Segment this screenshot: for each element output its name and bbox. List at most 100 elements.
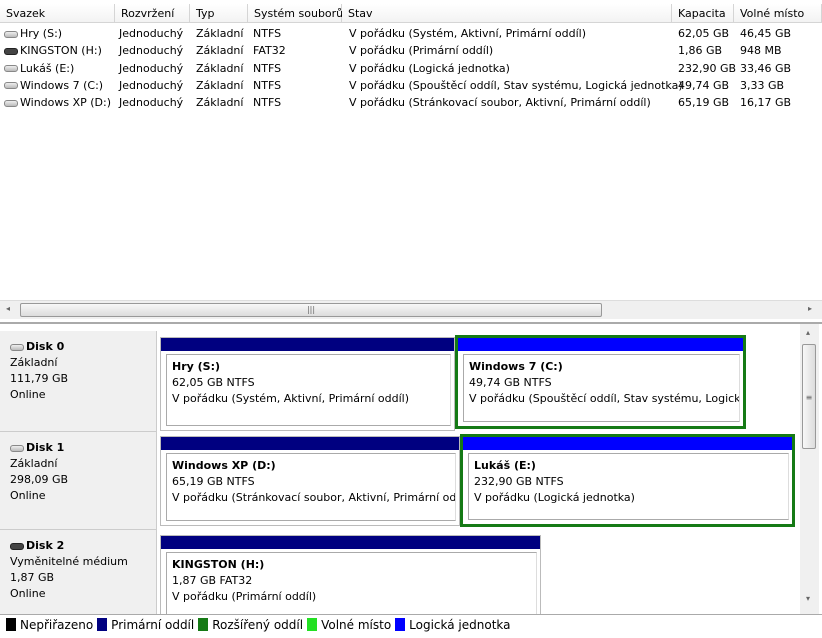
column-header-type[interactable]: Typ <box>190 4 248 23</box>
cell-text: Jednoduchý <box>119 27 184 40</box>
table-row[interactable]: Windows 7 (C:) Jednoduchý Základní NTFS V po… <box>0 77 800 94</box>
cell-text: 948 MB <box>740 44 782 58</box>
partition-windows-xp[interactable]: Windows XP (D:) 65,19 GB NTFS V pořádku (S… <box>160 436 460 526</box>
cell-type: Základní <box>196 62 243 75</box>
cell-text: 33,46 GB <box>740 61 792 75</box>
scroll-down-arrow-icon[interactable]: ▾ <box>806 594 810 603</box>
table-row[interactable]: Hry (S:) Jednoduchý Základní NTFS V pořádku … <box>0 25 800 42</box>
cell-text: 49,74 GB <box>678 78 730 92</box>
cell-text: Hry (S:) <box>20 27 63 40</box>
removable-drive-icon <box>10 542 24 550</box>
cell-text: Jednoduchý <box>119 96 184 110</box>
table-row[interactable]: KINGSTON (H:) Jednoduchý Základní FAT32 V po… <box>0 42 800 59</box>
cell-free: 46,45 GB <box>740 27 791 40</box>
cell-free: 3,33 GB <box>740 79 784 92</box>
column-header-free-space[interactable]: Volné místo <box>734 4 822 23</box>
partition-windows-7[interactable]: Windows 7 (C:) 49,74 GB NTFS V pořádku (Sp… <box>455 335 746 429</box>
cell-capacity: 232,90 GB <box>678 62 736 75</box>
cell-text: 16,17 GB <box>740 96 792 110</box>
legend-swatch <box>307 618 318 631</box>
scroll-right-arrow-icon[interactable]: ▸ <box>808 304 812 313</box>
cell-text: Windows 7 (C:) <box>20 78 104 92</box>
cell-status: V pořádku (Systém, Aktivní, Primární odd… <box>349 27 586 40</box>
disk-state: Online <box>10 388 46 401</box>
cell-text: V pořádku (Spouštěcí oddíl, Stav systému… <box>349 78 683 92</box>
partition-kingston[interactable]: KINGSTON (H:) 1,87 GB FAT32 V pořádku (Pri… <box>160 535 541 620</box>
cell-free: 33,46 GB <box>740 62 791 75</box>
partition-size: 65,19 GB NTFS <box>172 475 255 488</box>
disk-type: Vyměnitelné médium <box>10 555 128 568</box>
column-header-volume[interactable]: Svazek <box>0 4 115 23</box>
cell-capacity: 49,74 GB <box>678 79 729 92</box>
legend-label: Logická jednotka <box>409 618 511 632</box>
legend-label: Primární oddíl <box>111 618 195 632</box>
disk-1-label[interactable]: Disk 1 Základní 298,09 GB Online <box>0 432 157 530</box>
cell-status: V pořádku (Primární oddíl) <box>349 44 493 57</box>
legend-swatch <box>6 618 16 631</box>
legend-label: Rozšířený oddíl <box>212 618 304 632</box>
cell-text: V pořádku (Systém, Aktivní, Primární odd… <box>349 27 587 40</box>
cell-type: Základní <box>196 96 243 109</box>
cell-text: 65,19 GB <box>678 96 730 110</box>
column-header-status[interactable]: Stav <box>342 4 672 23</box>
hdd-icon <box>4 30 18 38</box>
vertical-scrollbar[interactable]: ▴ ≡ ▾ <box>800 324 819 614</box>
cell-fs: NTFS <box>253 27 281 40</box>
cell-text: NTFS <box>253 61 282 75</box>
cell-layout: Jednoduchý <box>119 79 183 92</box>
cell-text: Základní <box>196 96 244 110</box>
legend-swatch <box>395 618 406 631</box>
cell-text: Jednoduchý <box>119 78 184 92</box>
cell-type: Základní <box>196 27 243 40</box>
column-header-capacity[interactable]: Kapacita <box>672 4 734 23</box>
scroll-left-arrow-icon[interactable]: ◂ <box>6 304 10 313</box>
partition-status: V pořádku (Stránkovací soubor, Aktivní, … <box>172 491 456 504</box>
cell-capacity: 1,86 GB <box>678 44 722 57</box>
disk-name: Disk 2 <box>26 539 65 552</box>
horizontal-scrollbar[interactable]: ◂ ||| ▸ <box>0 300 822 319</box>
scroll-thumb[interactable]: ≡ <box>802 344 816 449</box>
hdd-icon <box>10 444 24 452</box>
partition-status: V pořádku (Logická jednotka) <box>474 491 635 504</box>
partition-status: V pořádku (Primární oddíl) <box>172 590 317 603</box>
cell-text: 3,33 GB <box>740 78 785 92</box>
hdd-icon <box>4 65 18 73</box>
disk-0-label[interactable]: Disk 0 Základní 111,79 GB Online <box>0 331 157 432</box>
hdd-icon <box>4 82 18 90</box>
logical-drive-bar <box>463 437 792 450</box>
disk-state: Online <box>10 489 46 502</box>
cell-type: Základní <box>196 44 243 57</box>
column-header-layout[interactable]: Rozvržení <box>115 4 190 23</box>
cell-capacity: 65,19 GB <box>678 96 729 109</box>
disk-name: Disk 0 <box>26 340 65 353</box>
table-row[interactable]: Lukáš (E:) Jednoduchý Základní NTFS V pořádk… <box>0 60 800 77</box>
disk-2-label[interactable]: Disk 2 Vyměnitelné médium 1,87 GB Online <box>0 530 157 620</box>
legend-swatch <box>97 618 108 631</box>
removable-drive-icon <box>4 47 18 55</box>
cell-text: NTFS <box>253 96 282 110</box>
legend: Nepřiřazeno Primární oddíl Rozšířený oddíl… <box>0 614 822 636</box>
partition-size: 1,87 GB FAT32 <box>172 574 253 587</box>
column-header-filesystem[interactable]: Systém souborů <box>248 4 343 23</box>
table-row[interactable]: Windows XP (D:) Jednoduchý Základní NTFS V p… <box>0 94 800 111</box>
partition-size: 49,74 GB NTFS <box>469 376 552 389</box>
partition-lukas[interactable]: Lukáš (E:) 232,90 GB NTFS V pořádku (Logic… <box>460 434 795 527</box>
partition-status: V pořádku (Systém, Aktivní, Primární odd… <box>172 392 410 405</box>
cell-layout: Jednoduchý <box>119 62 183 75</box>
scroll-up-arrow-icon[interactable]: ▴ <box>806 328 810 337</box>
cell-text: Základní <box>196 44 244 58</box>
partition-size: 232,90 GB NTFS <box>474 475 564 488</box>
cell-text: Základní <box>196 27 244 40</box>
cell-text: V pořádku (Stránkovací soubor, Aktivní, … <box>349 96 651 110</box>
partition-size: 62,05 GB NTFS <box>172 376 255 389</box>
disk-type: Základní <box>10 457 58 470</box>
disk-state: Online <box>10 587 46 600</box>
cell-text: Windows XP (D:) <box>20 96 112 110</box>
disk-name: Disk 1 <box>26 441 65 454</box>
partition-hry[interactable]: Hry (S:) 62,05 GB NTFS V pořádku (Systém, … <box>160 337 455 431</box>
scroll-thumb[interactable]: ||| <box>20 303 602 317</box>
cell-layout: Jednoduchý <box>119 44 183 57</box>
cell-text: V pořádku (Primární oddíl) <box>349 44 494 58</box>
cell-text: 62,05 GB <box>678 27 730 40</box>
cell-text: Lukáš (E:) <box>20 61 75 75</box>
